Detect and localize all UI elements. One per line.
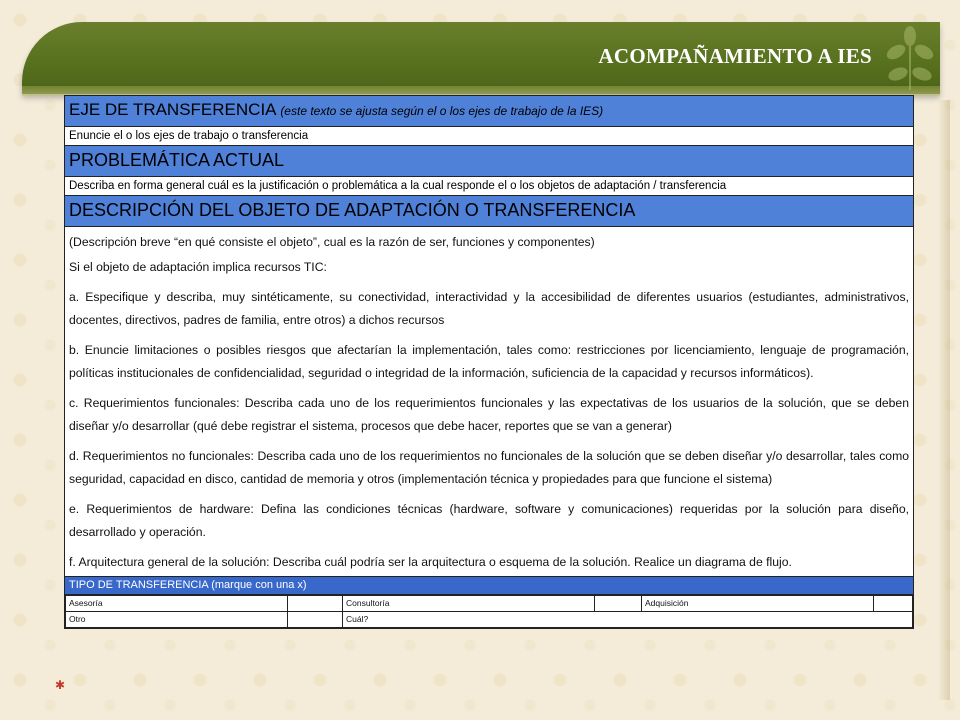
problematica-instruction[interactable]: Describa en forma general cuál es la jus…: [65, 177, 913, 196]
tipo-label-consultoria: Consultoría: [342, 594, 595, 612]
problematica-header: PROBLEMÁTICA ACTUAL: [65, 146, 913, 177]
descripcion-item-f: f. Arquitectura general de la solución: …: [69, 555, 792, 569]
descripcion-intro: (Descripción breve “en qué consiste el o…: [69, 235, 595, 249]
table-row: Otro Cuál?: [65, 610, 913, 628]
form-document: EJE DE TRANSFERENCIA (este texto se ajus…: [64, 95, 914, 629]
tipo-title: TIPO DE TRANSFERENCIA: [69, 578, 209, 591]
bullet-star-icon: ✱: [55, 678, 66, 692]
tipo-header: TIPO DE TRANSFERENCIA (marque con una x): [65, 576, 913, 595]
slide-title: ACOMPAÑAMIENTO A IES: [598, 44, 872, 68]
side-shade: [938, 100, 950, 700]
tipo-cual-field[interactable]: Cuál?: [342, 610, 913, 628]
tipo-label-adquisicion: Adquisición: [641, 594, 874, 612]
table-row: Asesoría Consultoría Adquisición: [65, 594, 913, 612]
descripcion-item-c: c. Requerimientos funcionales: Describa …: [69, 396, 909, 433]
tipo-label-otro: Otro: [65, 610, 288, 628]
leaf-ornament-icon: [886, 26, 934, 90]
tipo-check-asesoria[interactable]: [287, 594, 343, 612]
descripcion-tic: Si el objeto de adaptación implica recur…: [69, 259, 327, 274]
eje-header: EJE DE TRANSFERENCIA (este texto se ajus…: [65, 96, 913, 127]
descripcion-body[interactable]: (Descripción breve “en qué consiste el o…: [65, 227, 913, 577]
tipo-label-asesoria: Asesoría: [65, 594, 288, 612]
tipo-check-consultoria[interactable]: [594, 594, 642, 612]
tipo-table: Asesoría Consultoría Adquisición Otro Cu…: [65, 594, 913, 628]
descripcion-header: DESCRIPCIÓN DEL OBJETO DE ADAPTACIÓN O T…: [65, 196, 913, 227]
eje-subtitle: (este texto se ajusta según el o los eje…: [280, 104, 604, 118]
tipo-hint: (marque con una x): [211, 578, 307, 591]
tipo-check-otro[interactable]: [287, 610, 343, 628]
eje-title: EJE DE TRANSFERENCIA: [69, 100, 276, 119]
descripcion-item-b: b. Enuncie limitaciones o posibles riesg…: [69, 343, 909, 380]
descripcion-item-d: d. Requerimientos no funcionales: Descri…: [69, 449, 909, 486]
eje-instruction[interactable]: Enuncie el o los ejes de trabajo o trans…: [65, 127, 913, 146]
descripcion-item-a: a. Especifique y describa, muy sintética…: [69, 290, 909, 327]
tipo-check-adquisicion[interactable]: [873, 594, 913, 612]
descripcion-item-e: e. Requerimientos de hardware: Defina la…: [69, 502, 909, 539]
